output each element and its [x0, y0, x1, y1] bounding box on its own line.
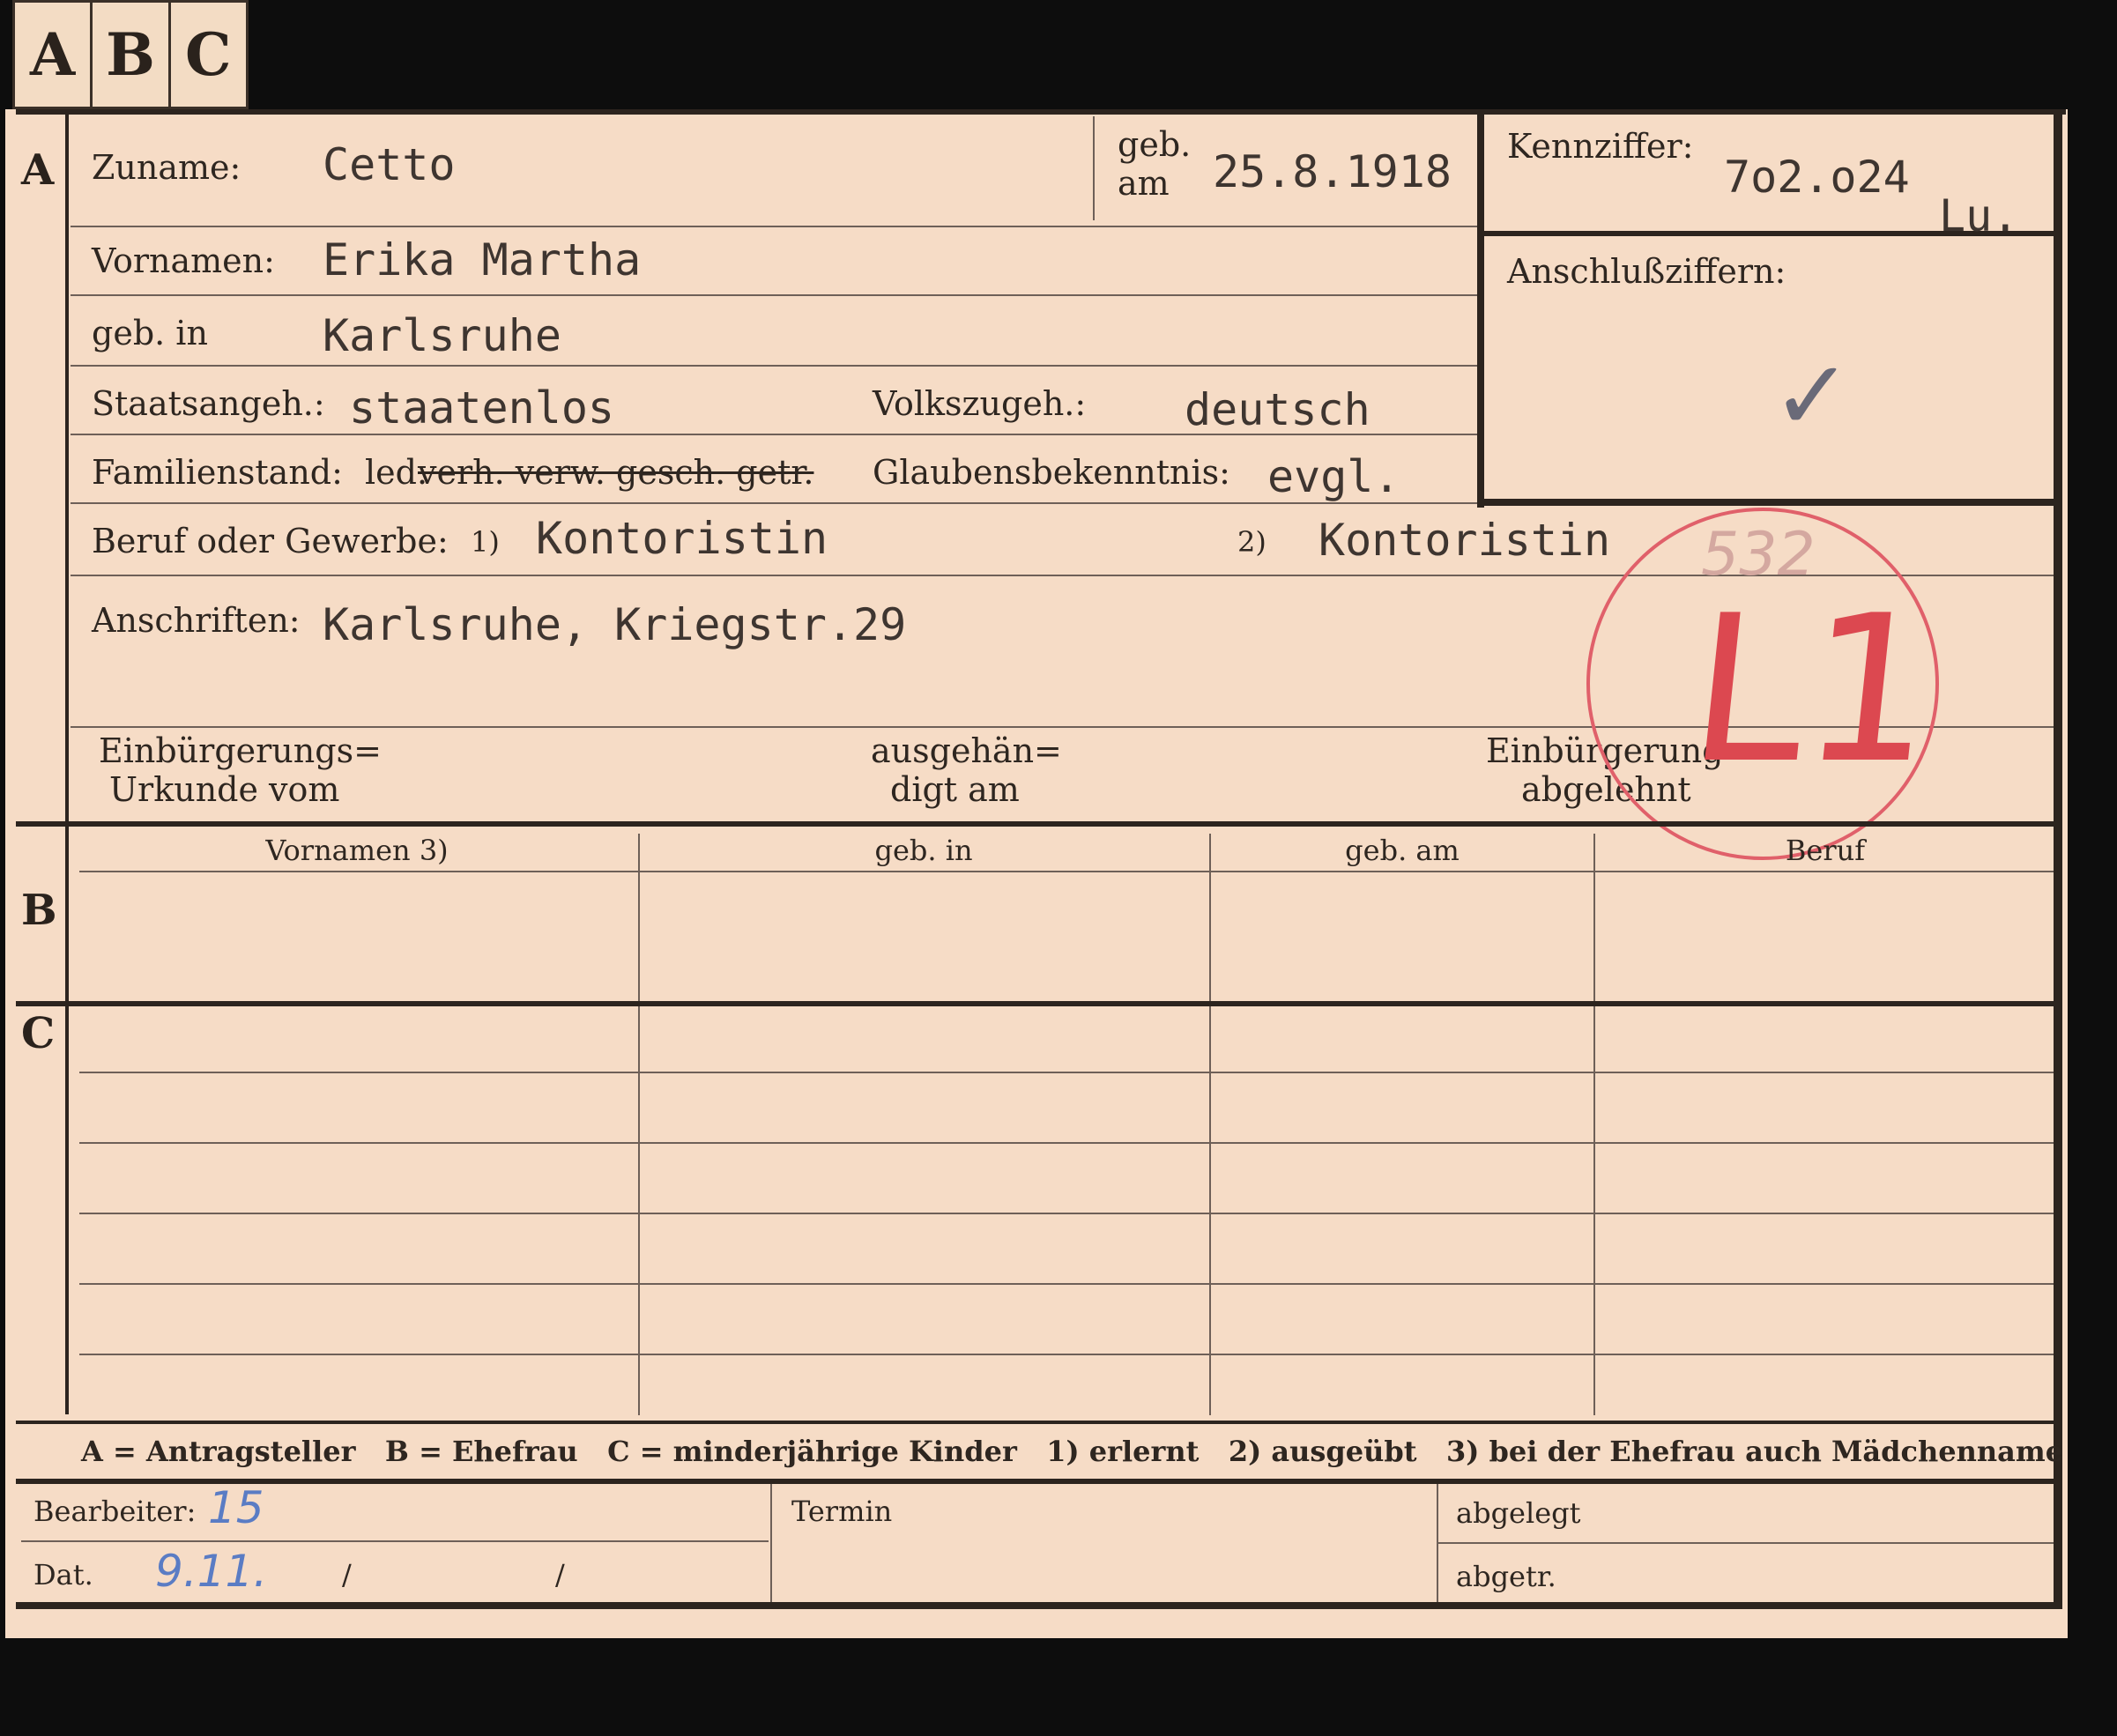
glaubensbekenntnis-label: Glaubensbekenntnis: — [873, 453, 1230, 492]
index-tabs: A B C — [12, 0, 249, 109]
bearbeiter-value[interactable]: 15 — [208, 1482, 264, 1533]
volkszugehoerigkeit-label: Volkszugeh.: — [873, 384, 1087, 423]
beruf-mark-erlernt: 1) — [471, 525, 500, 559]
tab-b[interactable]: B — [93, 3, 171, 107]
familienstand-label: Familienstand: — [92, 453, 343, 492]
beruf-ausgeuebt-value[interactable]: Kontoristin — [1318, 515, 1610, 566]
anschriften-value[interactable]: Karlsruhe, Kriegstr.29 — [323, 599, 906, 650]
geb-in-value[interactable]: Karlsruhe — [323, 310, 561, 361]
table-header-geb-in: geb. in — [874, 834, 973, 867]
tab-c[interactable]: C — [171, 3, 246, 107]
beruf-erlernt-value[interactable]: Kontoristin — [536, 513, 828, 564]
einbuergerungsurkunde-label-line2: Urkunde vom — [109, 770, 340, 809]
beruf-mark-ausgeuebt: 2) — [1237, 525, 1266, 559]
anschlussziffern-label: Anschlußziffern: — [1507, 252, 1786, 291]
glaubensbekenntnis-value[interactable]: evgl. — [1267, 451, 1400, 502]
tab-a[interactable]: A — [15, 3, 93, 107]
section-a-label: A — [21, 145, 55, 195]
beruf-label: Beruf oder Gewerbe: — [92, 522, 449, 560]
checkmark-icon: ✓ — [1772, 339, 1853, 452]
table-header-geb-am: geb. am — [1345, 834, 1460, 867]
stamp-code: L1 — [1679, 573, 1947, 808]
einbuergerungsurkunde-label-line1: Einbürgerungs= — [99, 731, 382, 770]
abgetr-label: abgetr. — [1456, 1560, 1556, 1593]
geb-am-label-line1: geb. — [1118, 125, 1192, 164]
anschriften-label: Anschriften: — [92, 601, 301, 640]
dat-value[interactable]: 9.11. — [155, 1546, 267, 1597]
dat-label: Dat. — [33, 1558, 93, 1591]
kennziffer-suffix: Lu. — [1939, 190, 2019, 241]
volkszugehoerigkeit-value[interactable]: deutsch — [1185, 384, 1370, 435]
ausgehaendigt-label-line2: digt am — [890, 770, 1020, 809]
vornamen-label: Vornamen: — [92, 241, 275, 280]
dat-slash-1: / — [342, 1558, 352, 1591]
legend: A = Antragsteller B = Ehefrau C = minder… — [81, 1435, 2064, 1468]
kennziffer-label: Kennziffer: — [1507, 127, 1694, 166]
zuname-value[interactable]: Cetto — [323, 139, 456, 190]
geb-am-label-line2: am — [1118, 164, 1170, 203]
table-header-beruf: Beruf — [1785, 834, 1866, 867]
ausgehaendigt-label-line1: ausgehän= — [871, 731, 1062, 770]
registration-card — [5, 109, 2068, 1638]
section-b-label: B — [21, 886, 57, 935]
abgelegt-label: abgelegt — [1456, 1496, 1581, 1530]
termin-label: Termin — [791, 1495, 893, 1528]
dat-slash-2: / — [555, 1558, 565, 1591]
geb-am-value[interactable]: 25.8.1918 — [1213, 146, 1452, 197]
familienstand-struck-options: verh. verw. gesch. getr. — [418, 453, 814, 492]
section-c-label: C — [21, 1009, 56, 1058]
staatsangehoerigkeit-value[interactable]: staatenlos — [349, 382, 614, 434]
zuname-label: Zuname: — [92, 148, 241, 187]
kennziffer-value[interactable]: 7o2.o24 — [1724, 152, 1910, 203]
bearbeiter-label: Bearbeiter: — [33, 1495, 197, 1528]
staatsangehoerigkeit-label: Staatsangeh.: — [92, 384, 325, 423]
table-header-vornamen: Vornamen 3) — [265, 834, 449, 867]
geb-in-label: geb. in — [92, 314, 208, 352]
vornamen-value[interactable]: Erika Martha — [323, 234, 641, 286]
